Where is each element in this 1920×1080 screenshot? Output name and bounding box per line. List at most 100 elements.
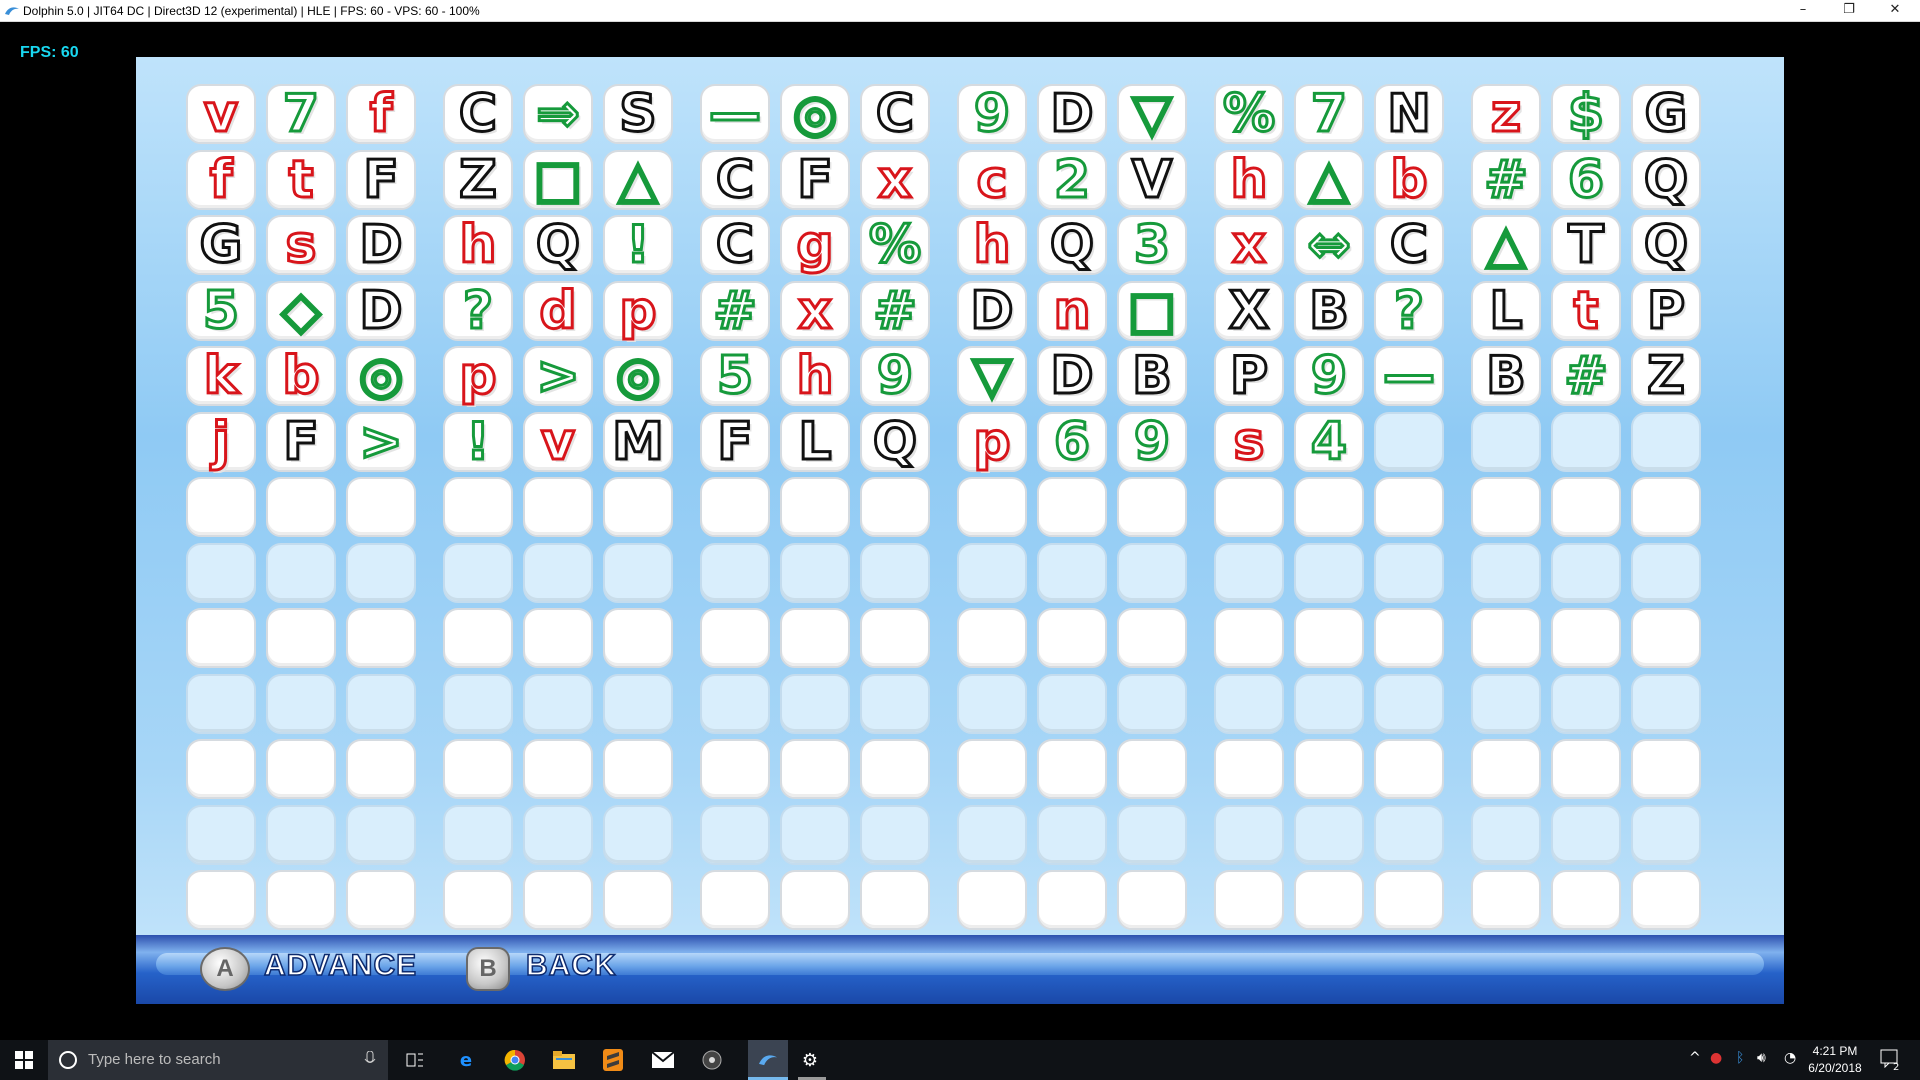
empty-cell[interactable] [1471, 411, 1541, 472]
empty-cell[interactable] [1631, 870, 1701, 930]
character-cell[interactable]: ⇒ [523, 84, 593, 144]
empty-cell[interactable] [266, 673, 336, 734]
character-cell[interactable]: 2 [1037, 149, 1107, 210]
character-cell[interactable]: t [266, 149, 336, 210]
empty-cell[interactable] [780, 477, 850, 537]
back-label[interactable]: BACK [525, 948, 617, 983]
character-cell[interactable]: D [346, 215, 416, 275]
empty-cell[interactable] [1117, 804, 1187, 865]
empty-cell[interactable] [186, 608, 256, 668]
empty-cell[interactable] [700, 477, 770, 537]
empty-cell[interactable] [346, 804, 416, 865]
empty-cell[interactable] [266, 870, 336, 930]
character-cell[interactable]: ◎ [346, 346, 416, 406]
character-cell[interactable]: Z [443, 149, 513, 210]
empty-cell[interactable] [700, 804, 770, 865]
empty-cell[interactable] [443, 804, 513, 865]
character-cell[interactable]: ⇔ [1294, 215, 1364, 275]
empty-cell[interactable] [1631, 673, 1701, 734]
empty-cell[interactable] [603, 608, 673, 668]
character-cell[interactable]: 7 [266, 84, 336, 144]
character-cell[interactable]: L [1471, 280, 1541, 341]
character-cell[interactable]: > [523, 346, 593, 406]
empty-cell[interactable] [1471, 673, 1541, 734]
empty-cell[interactable] [603, 870, 673, 930]
empty-cell[interactable] [1374, 477, 1444, 537]
character-cell[interactable]: Q [523, 215, 593, 275]
character-cell[interactable]: — [1374, 346, 1444, 406]
character-cell[interactable]: ◇ [266, 280, 336, 341]
character-cell[interactable]: h [957, 215, 1027, 275]
empty-cell[interactable] [1471, 608, 1541, 668]
microphone-icon[interactable] [364, 1051, 376, 1069]
character-cell[interactable]: b [266, 346, 336, 406]
character-cell[interactable]: ▽ [1117, 84, 1187, 144]
empty-cell[interactable] [780, 608, 850, 668]
empty-cell[interactable] [1294, 673, 1364, 734]
empty-cell[interactable] [1294, 542, 1364, 603]
character-cell[interactable]: △ [603, 149, 673, 210]
character-cell[interactable]: P [1631, 280, 1701, 341]
volume-tray-icon[interactable]: 🔊︎ [1757, 1050, 1766, 1066]
character-cell[interactable]: ▽ [957, 346, 1027, 406]
empty-cell[interactable] [957, 804, 1027, 865]
empty-cell[interactable] [1631, 804, 1701, 865]
empty-cell[interactable] [186, 542, 256, 603]
character-cell[interactable]: f [186, 149, 256, 210]
empty-cell[interactable] [1551, 477, 1621, 537]
empty-cell[interactable] [1631, 411, 1701, 472]
advance-label[interactable]: ADVANCE [263, 948, 417, 983]
character-cell[interactable]: □ [1117, 280, 1187, 341]
character-cell[interactable]: C [1374, 215, 1444, 275]
empty-cell[interactable] [1117, 608, 1187, 668]
character-cell[interactable]: B [1117, 346, 1187, 406]
character-cell[interactable]: n [1037, 280, 1107, 341]
empty-cell[interactable] [1374, 804, 1444, 865]
empty-cell[interactable] [1374, 673, 1444, 734]
empty-cell[interactable] [266, 542, 336, 603]
empty-cell[interactable] [700, 608, 770, 668]
empty-cell[interactable] [1631, 608, 1701, 668]
character-cell[interactable]: d [523, 280, 593, 341]
character-cell[interactable]: f [346, 84, 416, 144]
empty-cell[interactable] [957, 739, 1027, 799]
character-cell[interactable]: s [1214, 411, 1284, 472]
edge-browser-icon[interactable]: e [454, 1048, 478, 1072]
empty-cell[interactable] [957, 477, 1027, 537]
empty-cell[interactable] [700, 739, 770, 799]
empty-cell[interactable] [346, 608, 416, 668]
windows-start-icon[interactable] [12, 1048, 36, 1072]
empty-cell[interactable] [186, 739, 256, 799]
empty-cell[interactable] [700, 870, 770, 930]
character-cell[interactable]: s [266, 215, 336, 275]
empty-cell[interactable] [523, 673, 593, 734]
character-cell[interactable]: Q [1631, 149, 1701, 210]
empty-cell[interactable] [1631, 739, 1701, 799]
character-cell[interactable]: 9 [860, 346, 930, 406]
empty-cell[interactable] [1471, 739, 1541, 799]
empty-cell[interactable] [1631, 477, 1701, 537]
empty-cell[interactable] [186, 673, 256, 734]
empty-cell[interactable] [1214, 608, 1284, 668]
character-cell[interactable]: 9 [957, 84, 1027, 144]
taskbar-clock[interactable]: 4:21 PM 6/20/2018 [1790, 1043, 1880, 1077]
empty-cell[interactable] [957, 542, 1027, 603]
character-cell[interactable]: M [603, 411, 673, 472]
character-cell[interactable]: 6 [1551, 149, 1621, 210]
minimize-button[interactable]: – [1780, 0, 1826, 22]
empty-cell[interactable] [603, 542, 673, 603]
empty-cell[interactable] [346, 870, 416, 930]
empty-cell[interactable] [1551, 673, 1621, 734]
dolphin-taskbar-icon[interactable] [748, 1040, 788, 1080]
character-cell[interactable]: P [1214, 346, 1284, 406]
character-cell[interactable]: S [603, 84, 673, 144]
empty-cell[interactable] [1037, 608, 1107, 668]
empty-cell[interactable] [1551, 870, 1621, 930]
empty-cell[interactable] [780, 870, 850, 930]
empty-cell[interactable] [1374, 870, 1444, 930]
empty-cell[interactable] [266, 477, 336, 537]
character-cell[interactable]: 6 [1037, 411, 1107, 472]
character-cell[interactable]: C [700, 149, 770, 210]
character-cell[interactable]: — [700, 84, 770, 144]
character-cell[interactable]: t [1551, 280, 1621, 341]
